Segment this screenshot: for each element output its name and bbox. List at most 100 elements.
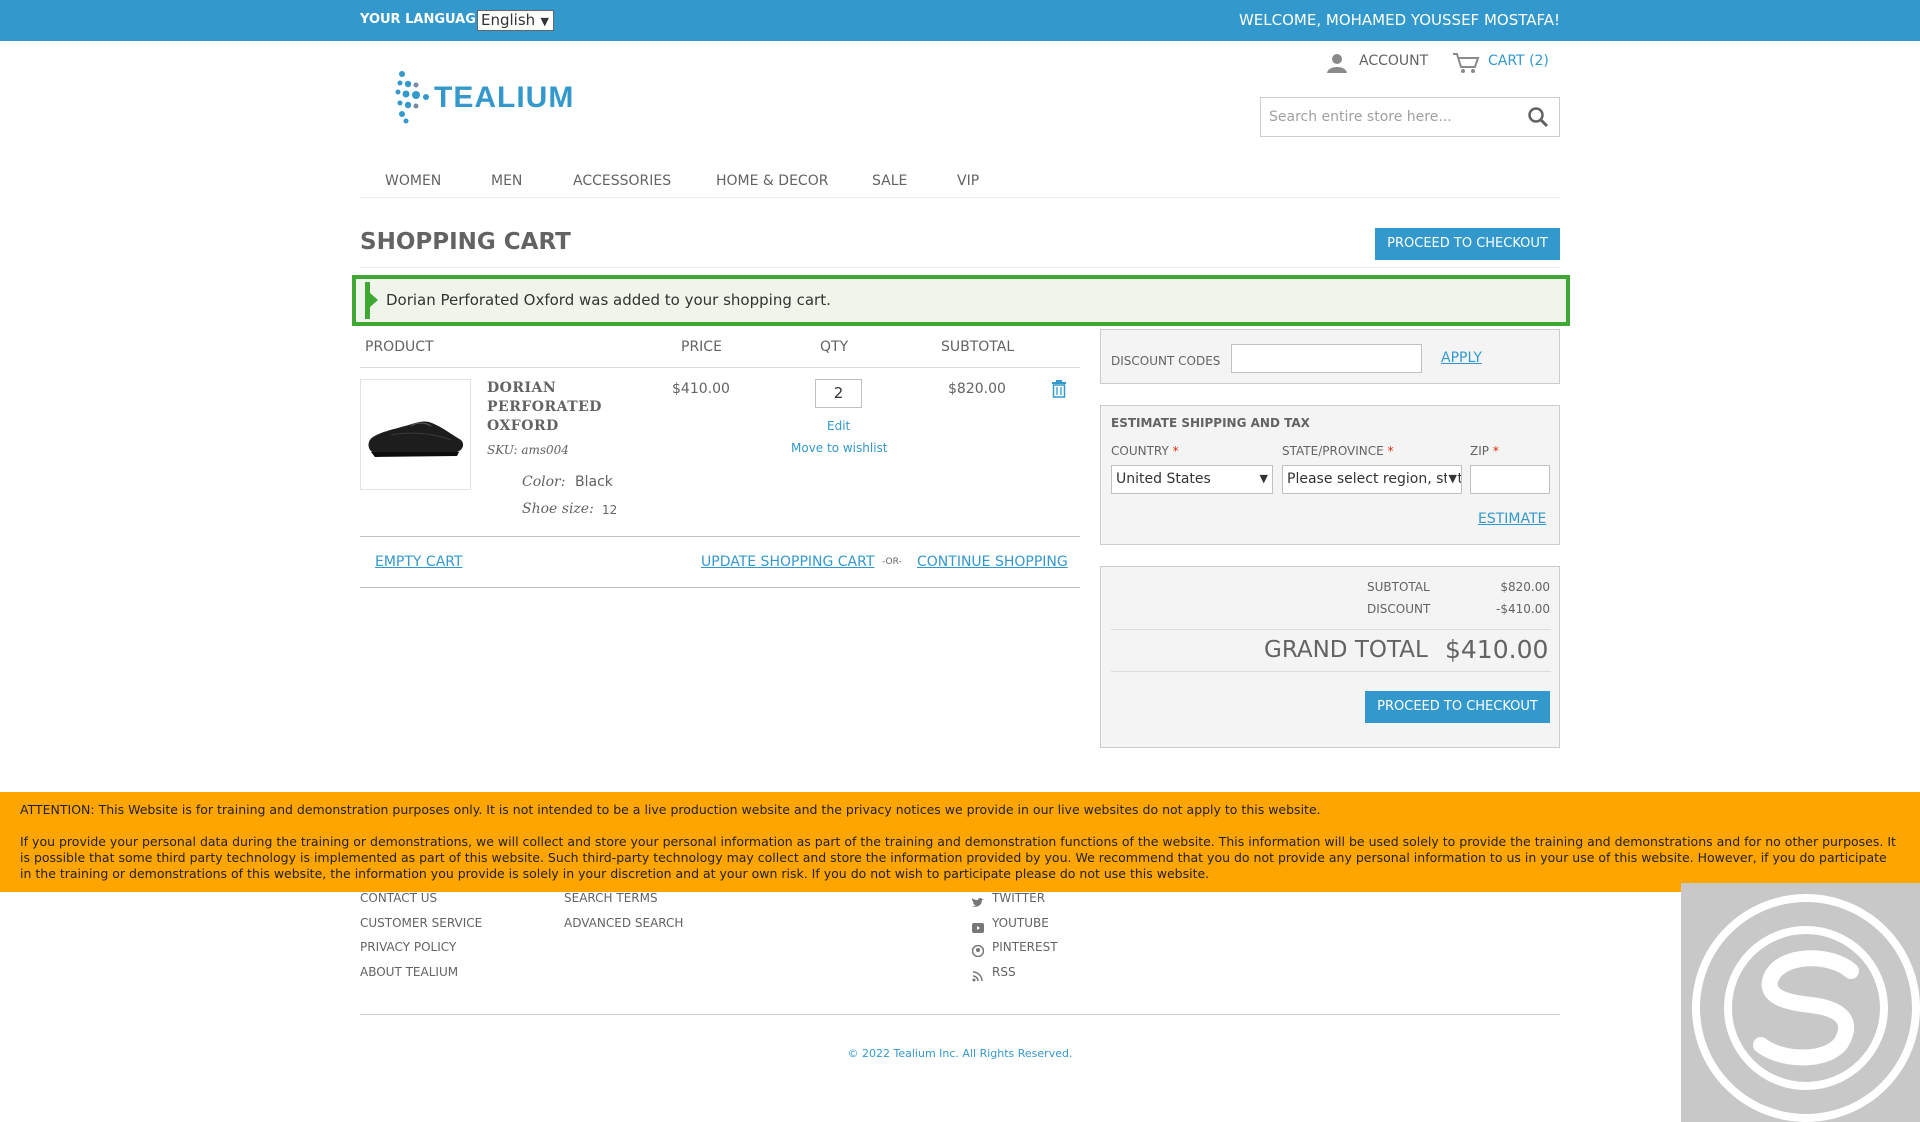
cart-totals-box: SUBTOTAL $820.00 DISCOUNT -$410.00 GRAND…	[1100, 566, 1560, 748]
footer-link-advanced-search[interactable]: ADVANCED SEARCH	[564, 916, 683, 930]
totals-divider	[1111, 629, 1551, 630]
table-header-divider	[360, 367, 1080, 368]
attention-line-2: If you provide your personal data during…	[20, 834, 1896, 881]
site-logo[interactable]: TEALIUM	[394, 70, 619, 124]
item-price: $410.00	[672, 381, 730, 397]
totals-divider	[1111, 671, 1551, 672]
column-header-qty: QTY	[820, 339, 849, 355]
shoe-icon	[368, 421, 464, 457]
proceed-to-checkout-button-top[interactable]: PROCEED TO CHECKOUT	[1375, 228, 1560, 260]
footer-link-twitter[interactable]: TWITTER	[992, 891, 1045, 905]
twitter-icon	[972, 893, 984, 912]
item-subtotal: $820.00	[948, 381, 1006, 397]
apply-discount-link[interactable]: APPLY	[1441, 350, 1482, 366]
footer-link-search-terms[interactable]: SEARCH TERMS	[564, 891, 658, 905]
top-bar: YOUR LANGUAGE: English ▼ WELCOME, MOHAME…	[0, 0, 1920, 41]
subtotal-value: $820.00	[1500, 580, 1550, 594]
country-select[interactable]: United States ▼	[1111, 465, 1273, 494]
country-label: COUNTRY *	[1111, 444, 1179, 458]
column-header-product: PRODUCT	[365, 339, 434, 355]
option-value-color: Black	[575, 474, 613, 490]
grand-total-value: $410.00	[1445, 635, 1549, 664]
success-message-text: Dorian Perforated Oxford was added to yo…	[386, 291, 831, 309]
option-value-shoe-size: 12	[602, 503, 618, 517]
subtotal-label: SUBTOTAL	[1367, 580, 1430, 594]
footer-link-privacy-policy[interactable]: PRIVACY POLICY	[360, 940, 456, 954]
footer-link-rss[interactable]: RSS	[992, 965, 1016, 979]
success-message: Dorian Perforated Oxford was added to yo…	[352, 275, 1570, 326]
main-nav: WOMEN MEN ACCESSORIES HOME & DECOR SALE …	[360, 171, 1560, 198]
page-title: SHOPPING CART	[360, 229, 571, 255]
search-input[interactable]: Search entire store here...	[1269, 109, 1452, 125]
success-arrow-icon	[370, 293, 378, 307]
account-link[interactable]: ACCOUNT	[1359, 53, 1428, 69]
country-select-value: United States	[1116, 471, 1211, 487]
footer-link-customer-service[interactable]: CUSTOMER SERVICE	[360, 916, 482, 930]
watermark-icon	[1692, 894, 1920, 1122]
sku-label: SKU:	[487, 443, 518, 457]
chevron-down-icon: ▼	[540, 15, 549, 28]
edit-item-link[interactable]: Edit	[827, 419, 850, 433]
nav-item-accessories[interactable]: ACCESSORIES	[573, 173, 671, 189]
discount-label: DISCOUNT	[1367, 602, 1431, 616]
footer-divider	[360, 1014, 1560, 1015]
state-select-value: Please select region, state or province	[1287, 471, 1461, 487]
required-mark: *	[1492, 444, 1499, 458]
rss-icon	[972, 967, 983, 986]
zip-input[interactable]	[1470, 465, 1550, 494]
language-select-value: English	[481, 11, 536, 29]
attention-banner: ATTENTION: This Website is for training …	[0, 792, 1920, 892]
estimate-link[interactable]: ESTIMATE	[1478, 511, 1546, 527]
grand-total-label: GRAND TOTAL	[1264, 637, 1428, 663]
search-icon[interactable]	[1527, 106, 1549, 132]
divider	[360, 267, 1560, 268]
nav-item-home-decor[interactable]: HOME & DECOR	[716, 173, 828, 189]
watermark-logo	[1681, 883, 1920, 1122]
copyright: © 2022 Tealium Inc. All Rights Reserved.	[847, 1047, 1073, 1060]
discount-code-input[interactable]	[1231, 344, 1422, 373]
language-label: YOUR LANGUAGE:	[360, 12, 490, 27]
language-select[interactable]: English ▼	[477, 10, 554, 31]
proceed-to-checkout-button-bottom[interactable]: PROCEED TO CHECKOUT	[1365, 691, 1550, 723]
column-header-price: PRICE	[681, 339, 722, 355]
nav-item-sale[interactable]: SALE	[872, 173, 907, 189]
nav-item-women[interactable]: WOMEN	[385, 173, 441, 189]
row-divider	[360, 536, 1080, 537]
cart-link[interactable]: CART (2)	[1488, 53, 1549, 69]
or-separator: -OR-	[882, 557, 902, 567]
product-image[interactable]	[360, 379, 471, 490]
state-select[interactable]: Please select region, state or province …	[1282, 465, 1462, 494]
option-label-shoe-size: Shoe size:	[522, 501, 594, 517]
attention-line-1: ATTENTION: This Website is for training …	[20, 802, 1321, 817]
sku-value: ams004	[521, 443, 569, 457]
zip-label-text: ZIP	[1470, 444, 1489, 458]
product-name-link[interactable]: DORIAN PERFORATED OXFORD	[487, 379, 617, 436]
zip-label: ZIP *	[1470, 444, 1499, 458]
continue-shopping-link[interactable]: CONTINUE SHOPPING	[917, 554, 1068, 570]
footer-link-pinterest[interactable]: PINTEREST	[992, 940, 1058, 954]
logo-text: TEALIUM	[434, 81, 574, 114]
estimate-shipping-title: ESTIMATE SHIPPING AND TAX	[1111, 416, 1310, 430]
account-icon	[1326, 52, 1348, 78]
cart-icon	[1452, 52, 1480, 78]
column-header-subtotal: SUBTOTAL	[941, 339, 1015, 355]
state-label: STATE/PROVINCE *	[1282, 444, 1394, 458]
chevron-down-icon: ▼	[1446, 466, 1457, 492]
required-mark: *	[1387, 444, 1394, 458]
nav-item-men[interactable]: MEN	[491, 173, 522, 189]
youtube-icon	[972, 918, 984, 937]
product-sku: SKU: ams004	[487, 443, 569, 457]
quantity-input[interactable]: 2	[815, 379, 862, 408]
footer-link-about-tealium[interactable]: ABOUT TEALIUM	[360, 965, 458, 979]
pinterest-icon	[971, 942, 985, 961]
trash-icon[interactable]	[1051, 380, 1067, 402]
footer-link-youtube[interactable]: YOUTUBE	[992, 916, 1049, 930]
estimate-shipping-box: ESTIMATE SHIPPING AND TAX COUNTRY * Unit…	[1100, 405, 1560, 545]
search-box[interactable]: Search entire store here...	[1260, 97, 1560, 137]
move-to-wishlist-link[interactable]: Move to wishlist	[791, 441, 888, 455]
update-shopping-cart-link[interactable]: UPDATE SHOPPING CART	[701, 554, 874, 570]
footer-link-contact-us[interactable]: CONTACT US	[360, 891, 437, 905]
chevron-down-icon: ▼	[1259, 472, 1268, 485]
empty-cart-link[interactable]: EMPTY CART	[375, 554, 463, 570]
nav-item-vip[interactable]: VIP	[957, 173, 979, 189]
